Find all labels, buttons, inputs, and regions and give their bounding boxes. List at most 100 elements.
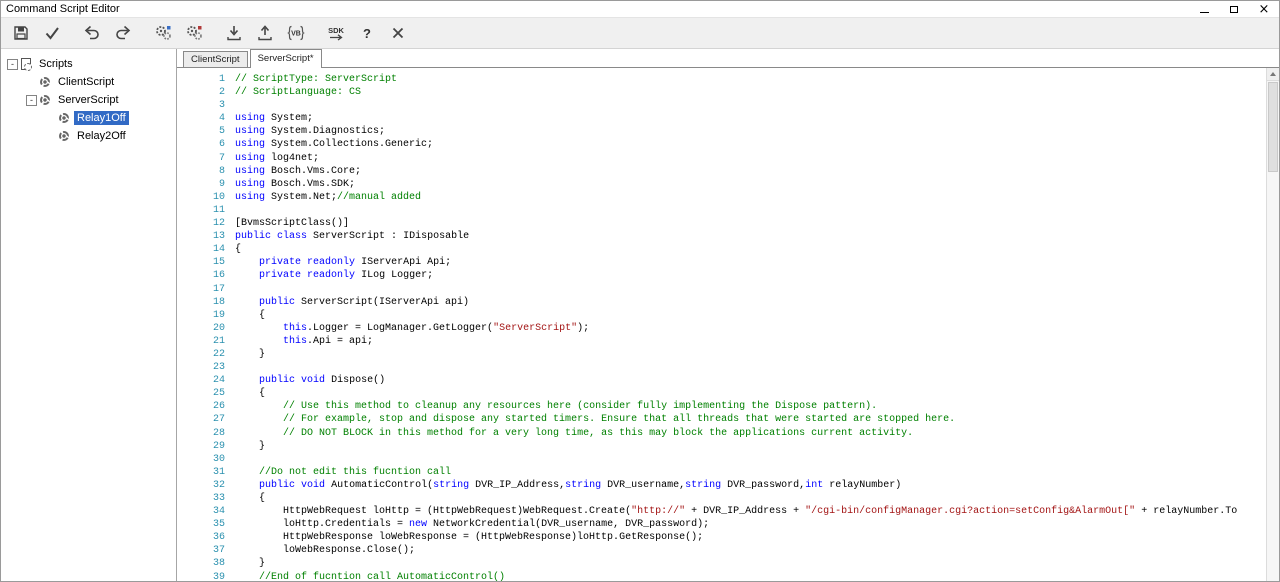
restore-button[interactable] [1219,2,1249,17]
tree-item-clientscript[interactable]: ClientScript [1,73,176,91]
line-number: 4 [177,112,229,125]
code-text: public class ServerScript : IDisposable [229,230,469,243]
code-text: this.Logger = LogManager.GetLogger("Serv… [229,322,589,335]
tree-item-relay2off[interactable]: Relay2Off [1,127,176,145]
line-number: 14 [177,243,229,256]
line-number: 34 [177,505,229,518]
delete-button[interactable] [384,20,412,46]
tree-item-label: Relay1Off [74,111,129,125]
code-line: 10using System.Net;//manual added [177,191,1279,204]
code-line: 38 } [177,557,1279,570]
line-number: 29 [177,440,229,453]
server-script-button[interactable] [180,20,208,46]
line-number: 9 [177,178,229,191]
gears-icon [154,24,172,42]
line-number: 27 [177,413,229,426]
code-line: 7using log4net; [177,152,1279,165]
code-line: 33 { [177,492,1279,505]
sdk-icon: SDK [325,24,347,42]
line-number: 39 [177,571,229,581]
tab-strip: ClientScriptServerScript* [177,49,1279,67]
code-text: } [229,440,265,453]
redo-button[interactable] [109,20,137,46]
save-icon [12,24,30,42]
line-number: 21 [177,335,229,348]
code-text: using log4net; [229,152,319,165]
scroll-thumb[interactable] [1268,82,1278,172]
code-line: 35 loHttp.Credentials = new NetworkCrede… [177,518,1279,531]
tree-item-relay1off[interactable]: Relay1Off [1,109,176,127]
code-line: 4using System; [177,112,1279,125]
code-text: // DO NOT BLOCK in this method for a ver… [229,427,913,440]
code-text: public void Dispose() [229,374,385,387]
save-button[interactable] [7,20,35,46]
tab-clientscript[interactable]: ClientScript [183,51,248,67]
code-text: } [229,348,265,361]
line-number: 24 [177,374,229,387]
tree-item-scripts[interactable]: -Scripts [1,55,176,73]
code-text: using Bosch.Vms.SDK; [229,178,355,191]
command-script-editor-window: Command Script Editor × VB [0,0,1280,582]
code-text: HttpWebRequest loHttp = (HttpWebRequest)… [229,505,1237,518]
help-button[interactable]: ? [353,20,381,46]
code-text [229,204,235,217]
code-text: private readonly ILog Logger; [229,269,433,282]
export-button[interactable] [251,20,279,46]
convert-vb-button[interactable]: VB [282,20,310,46]
validate-script-button[interactable] [38,20,66,46]
line-number: 22 [177,348,229,361]
undo-icon [83,24,101,42]
code-text: { [229,492,265,505]
code-line: 22 } [177,348,1279,361]
code-text: // ScriptType: ServerScript [229,73,397,86]
scroll-up-icon[interactable] [1267,68,1279,81]
editor-pane: ClientScriptServerScript* 1// ScriptType… [177,49,1279,581]
code-text: { [229,309,265,322]
sdk-button[interactable]: SDK [322,20,350,46]
code-editor[interactable]: 1// ScriptType: ServerScript2// ScriptLa… [177,67,1279,581]
code-text: // ScriptLanguage: CS [229,86,361,99]
tree-item-serverscript[interactable]: -ServerScript [1,91,176,109]
code-text: { [229,387,265,400]
code-line: 23 [177,361,1279,374]
code-line: 13public class ServerScript : IDisposabl… [177,230,1279,243]
window-title: Command Script Editor [1,3,1189,15]
minimize-icon [1200,12,1209,13]
code-line: 19 { [177,309,1279,322]
code-text: this.Api = api; [229,335,373,348]
line-number: 23 [177,361,229,374]
code-text: [BvmsScriptClass()] [229,217,349,230]
tab-serverscript[interactable]: ServerScript* [250,49,322,67]
collapse-icon[interactable]: - [7,59,18,70]
vertical-scrollbar[interactable] [1266,68,1279,581]
line-number: 32 [177,479,229,492]
line-number: 30 [177,453,229,466]
script-gear-icon [59,131,69,141]
code-line: 36 HttpWebResponse loWebResponse = (Http… [177,531,1279,544]
client-script-button[interactable] [149,20,177,46]
code-lines[interactable]: 1// ScriptType: ServerScript2// ScriptLa… [177,68,1279,581]
collapse-icon[interactable]: - [26,95,37,106]
code-line: 8using Bosch.Vms.Core; [177,165,1279,178]
code-line: 30 [177,453,1279,466]
code-text: // Use this method to cleanup any resour… [229,400,877,413]
scripts-root-icon [21,58,31,70]
code-text: //End of fucntion call AutomaticControl(… [229,571,505,581]
undo-button[interactable] [78,20,106,46]
line-number: 6 [177,138,229,151]
line-number: 36 [177,531,229,544]
question-icon: ? [363,26,371,41]
import-button[interactable] [220,20,248,46]
code-line: 14{ [177,243,1279,256]
close-button[interactable]: × [1249,2,1279,17]
line-number: 38 [177,557,229,570]
code-text: public ServerScript(IServerApi api) [229,296,469,309]
code-line: 24 public void Dispose() [177,374,1279,387]
import-arrow-icon [225,24,243,42]
code-line: 39 //End of fucntion call AutomaticContr… [177,571,1279,581]
minimize-button[interactable] [1189,2,1219,17]
line-number: 19 [177,309,229,322]
script-tree: -ScriptsClientScript-ServerScript Relay1O… [1,49,177,581]
line-number: 10 [177,191,229,204]
vb-braces-icon: VB [286,24,306,42]
